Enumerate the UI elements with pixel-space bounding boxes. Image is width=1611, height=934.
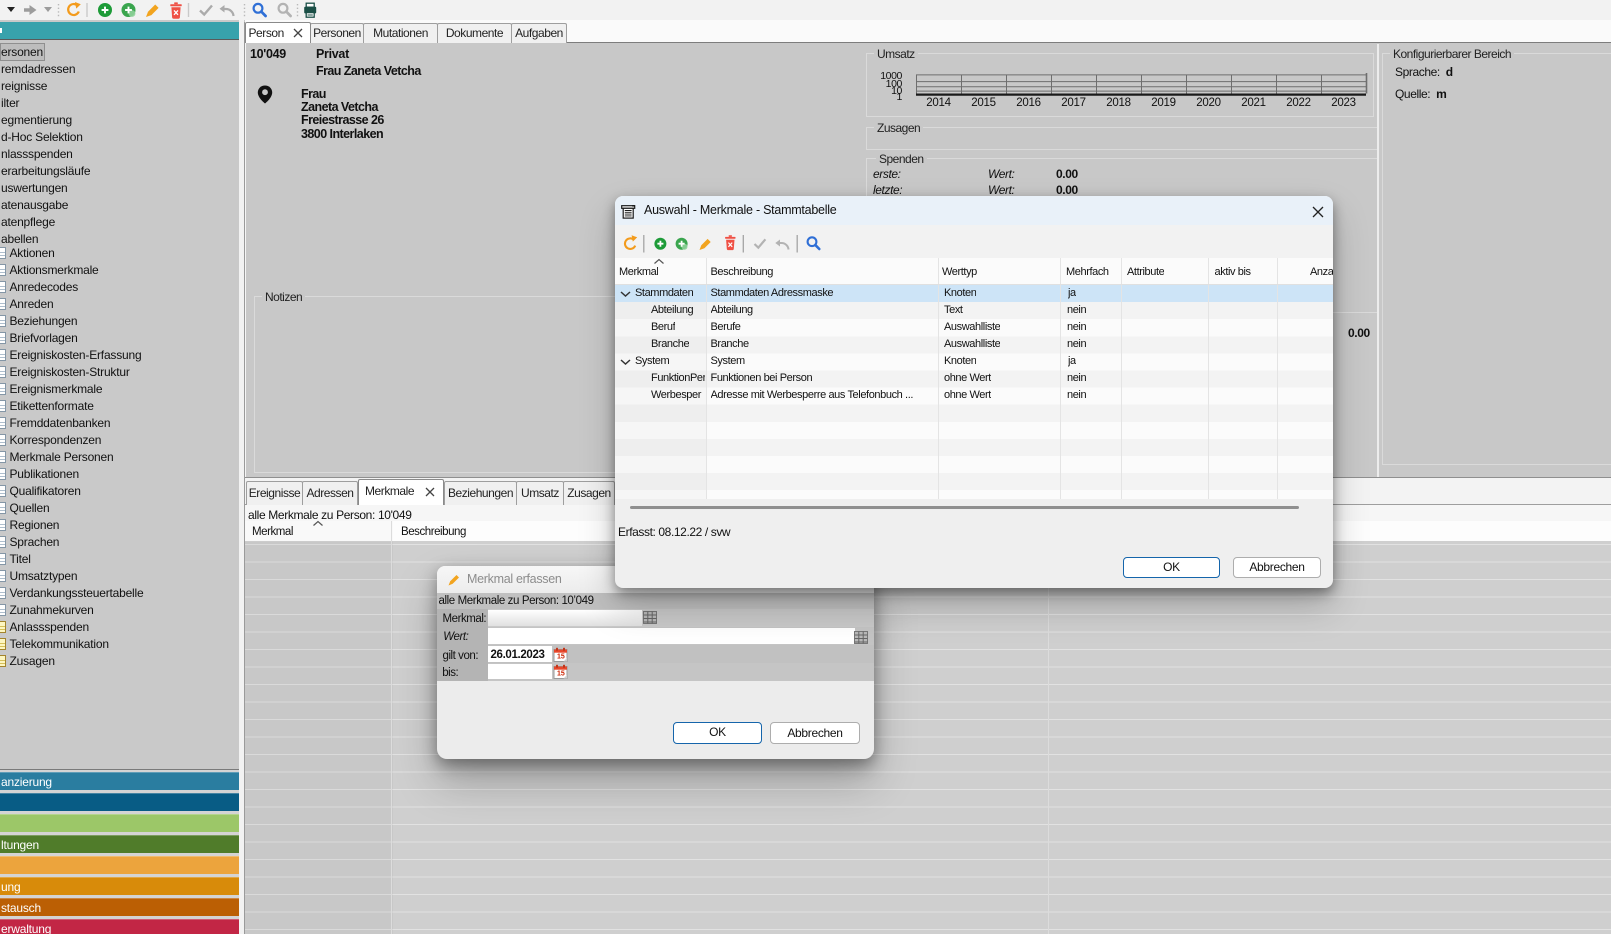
svg-text:15: 15 (557, 671, 565, 678)
svg-text:15: 15 (557, 653, 565, 660)
